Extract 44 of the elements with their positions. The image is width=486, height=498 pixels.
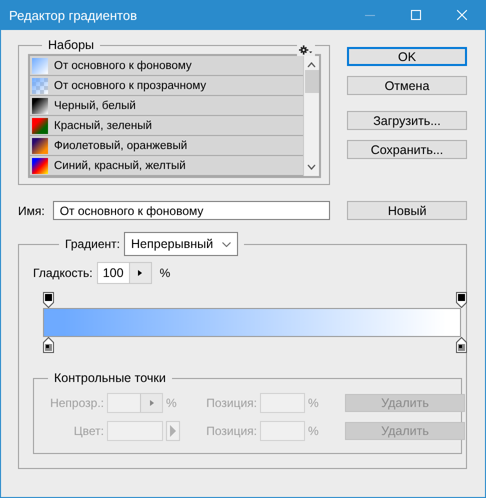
position-label: Позиция:: [205, 424, 257, 438]
stop-label: Непрозр.:: [49, 396, 104, 410]
preset-item[interactable]: Синий, красный, желтый: [30, 156, 303, 176]
new-button[interactable]: Новый: [347, 201, 467, 220]
name-label: Имя:: [18, 204, 45, 218]
dialog-button[interactable]: OK: [347, 47, 467, 66]
window-title: Редактор градиентов: [9, 8, 138, 22]
dialog-button[interactable]: Загрузить...: [347, 111, 467, 130]
preset-item[interactable]: От основного к фоновому: [30, 56, 303, 76]
scroll-down-icon[interactable]: [307, 164, 316, 170]
opacity-stop-icon[interactable]: [43, 292, 54, 308]
gradient-type-label: Градиент:: [65, 237, 120, 251]
percent-label: %: [166, 396, 178, 410]
smoothness-label: Гладкость:: [33, 266, 93, 280]
percent-label: %: [308, 396, 320, 410]
position-field[interactable]: [260, 393, 305, 413]
scroll-up-icon[interactable]: [307, 62, 316, 68]
preset-item[interactable]: Черный, белый: [30, 96, 303, 116]
name-field[interactable]: От основного к фоновому: [52, 201, 330, 220]
dialog-button[interactable]: Отмена: [347, 76, 467, 95]
gradient-type-select[interactable]: Непрерывный: [124, 232, 238, 256]
scroll-thumb[interactable]: [304, 70, 318, 93]
preset-item[interactable]: Фиолетовый, оранжевый: [30, 136, 303, 156]
percent-label: %: [160, 266, 170, 280]
smoothness-field[interactable]: 100: [96, 262, 152, 284]
preset-item[interactable]: Красный, зеленый: [30, 116, 303, 136]
opacity-field[interactable]: [107, 393, 163, 413]
chevron-down-icon: [222, 242, 232, 246]
color-stop-icon[interactable]: [456, 337, 467, 353]
maximize-icon[interactable]: [411, 10, 421, 20]
stop-label: Цвет:: [72, 424, 104, 438]
percent-label: %: [308, 424, 320, 438]
opacity-stop-icon[interactable]: [456, 292, 467, 308]
position-field[interactable]: [260, 421, 305, 441]
color-field[interactable]: [107, 421, 163, 441]
dialog-button[interactable]: Сохранить...: [347, 140, 467, 159]
close-icon[interactable]: [457, 10, 467, 20]
control-points-title: Контрольные точки: [53, 371, 167, 385]
scrollbar[interactable]: [303, 56, 319, 176]
presets-title: Наборы: [47, 38, 96, 52]
play-arrow-icon[interactable]: [138, 270, 142, 276]
preset-item[interactable]: От основного к прозрачному: [30, 76, 303, 96]
position-label: Позиция:: [205, 396, 257, 410]
color-stop-icon[interactable]: [43, 337, 54, 353]
